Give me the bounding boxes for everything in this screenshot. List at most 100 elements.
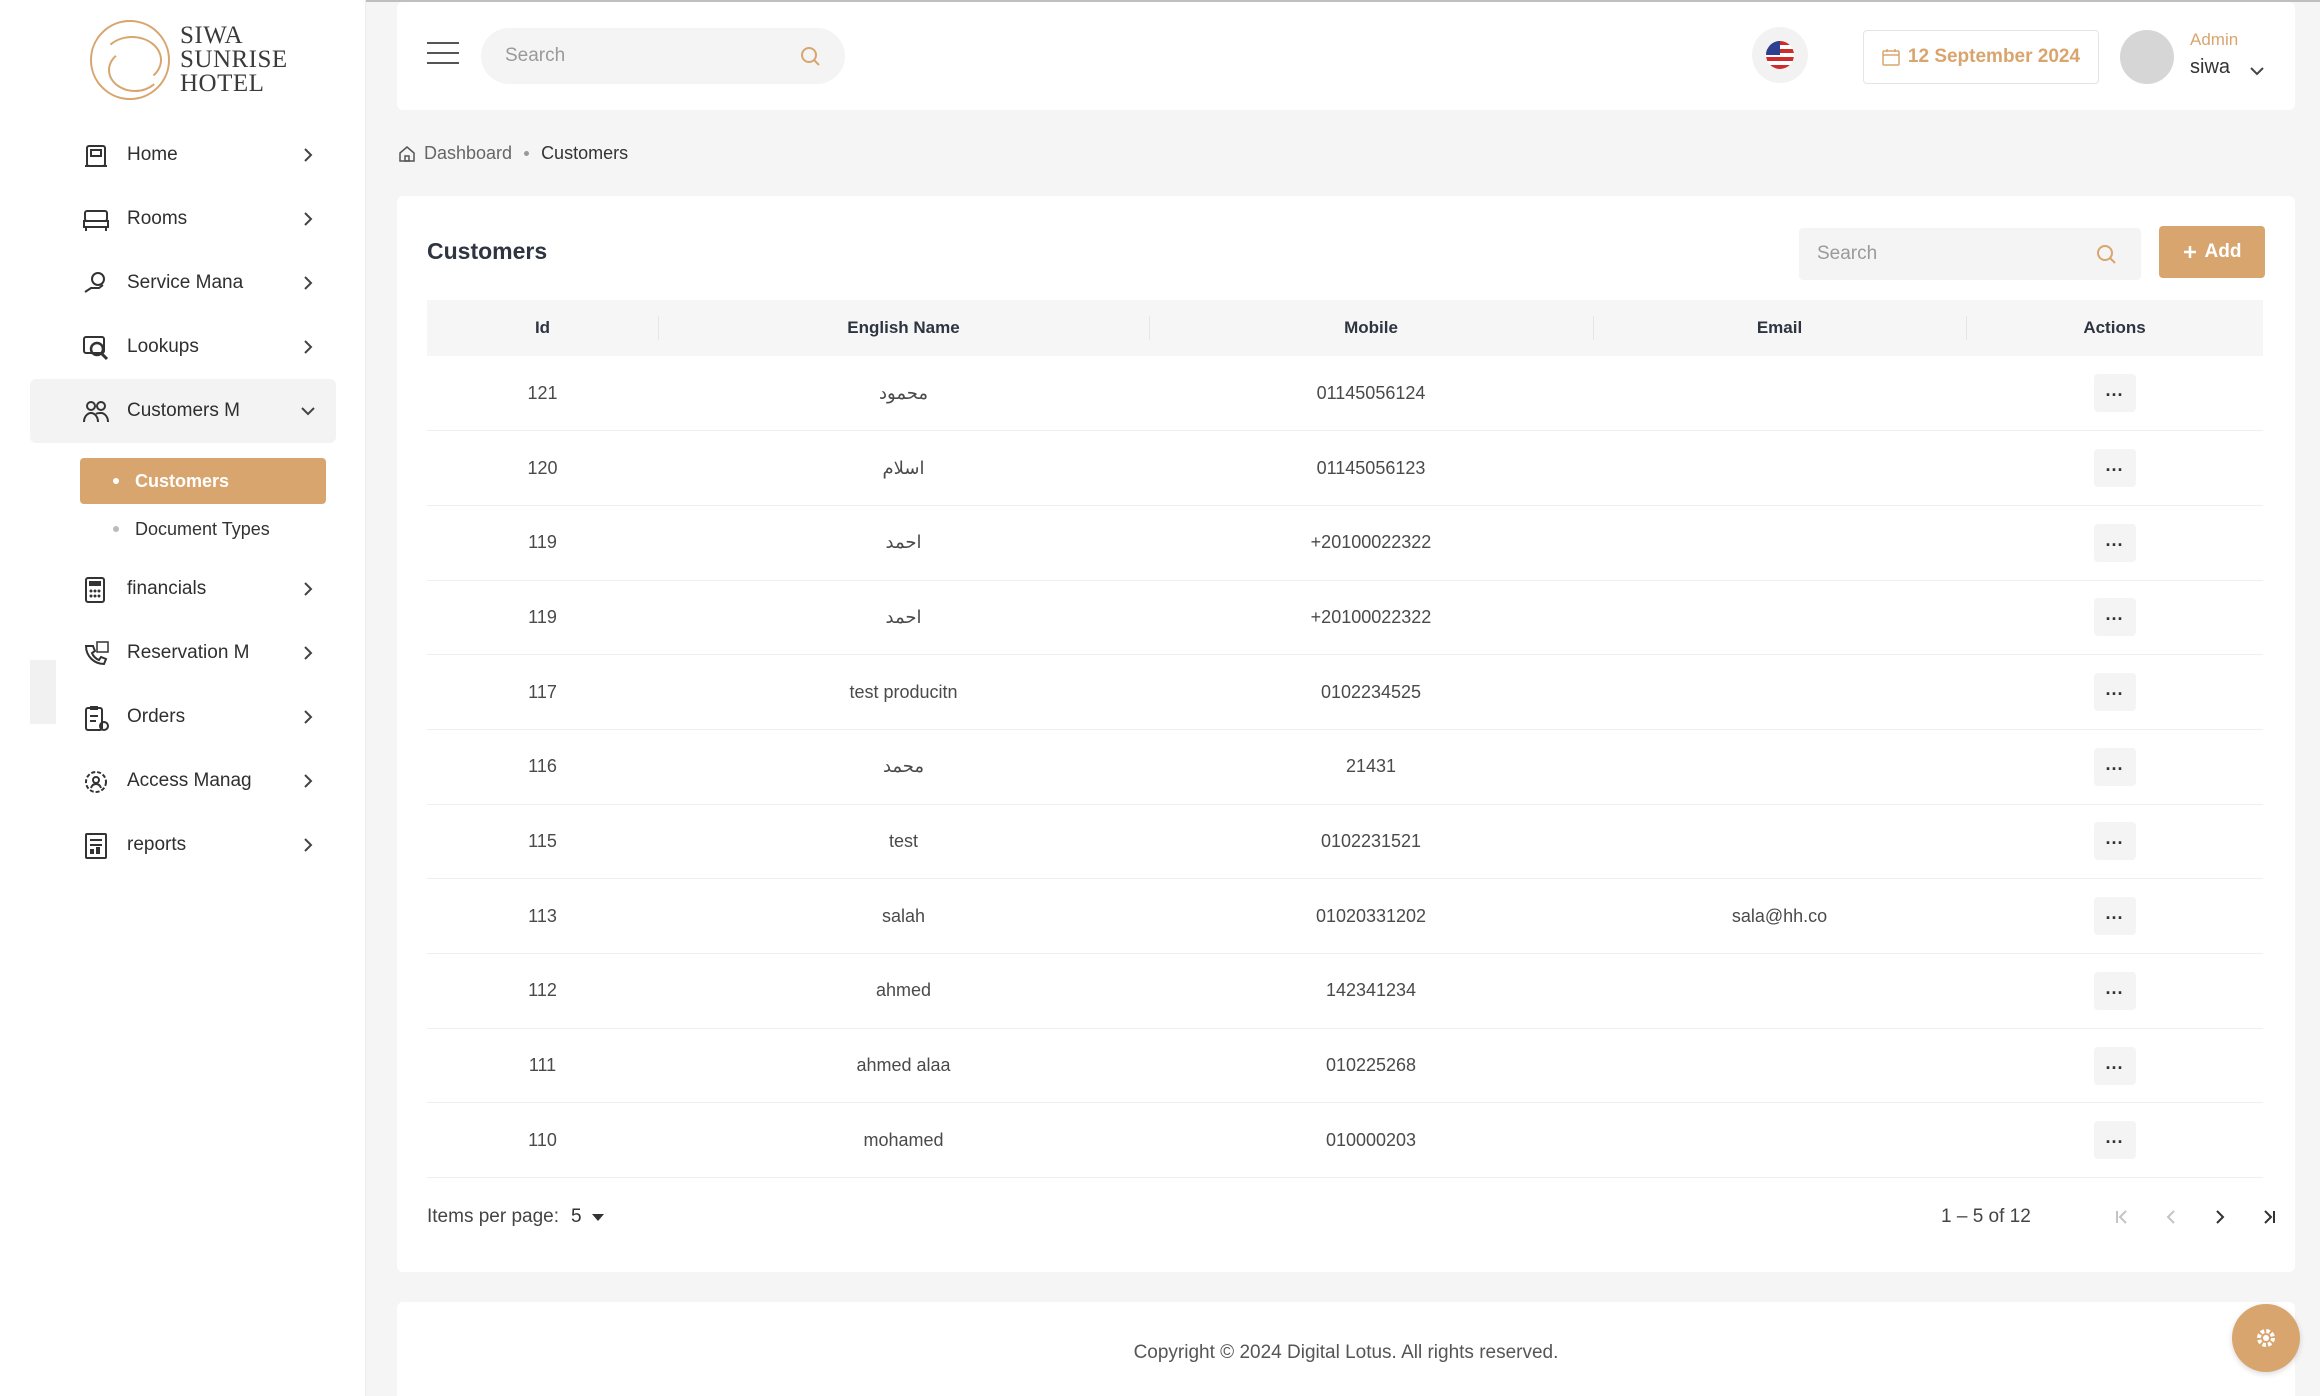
- add-customer-button[interactable]: Add: [2159, 226, 2265, 278]
- row-actions-button[interactable]: ...: [2093, 747, 2136, 786]
- cell-mobile: 142341234: [1325, 980, 1417, 1001]
- sidebar-item-label: Service Mana: [127, 272, 244, 293]
- copyright-text: Copyright © 2024 Digital Lotus. All righ…: [1133, 1342, 1559, 1363]
- sidebar-item-home[interactable]: Home: [30, 123, 336, 187]
- breadcrumb-dashboard[interactable]: Dashboard: [424, 143, 512, 164]
- search-icon[interactable]: [799, 45, 821, 67]
- table-row[interactable]: 113 salah 01020331202 sala@hh.co...: [427, 879, 2263, 954]
- cell-english-name: ahmed alaa: [856, 1055, 951, 1076]
- cell-actions: ...: [1966, 655, 2263, 730]
- cell-english-name: محمود: [879, 382, 928, 403]
- cell-english-name: محمد: [882, 756, 925, 777]
- column-header-id[interactable]: Id: [427, 300, 658, 356]
- table-search-input[interactable]: [1817, 243, 2077, 265]
- page-title: Customers: [427, 238, 548, 264]
- table-row[interactable]: 119 احمد +20100022322...: [427, 505, 2263, 581]
- clipboard-icon: [85, 706, 109, 731]
- table-row[interactable]: 116 محمد 21431...: [427, 729, 2263, 805]
- chevron-right-icon: [304, 212, 313, 226]
- sidebar-item-lookups[interactable]: Lookups: [30, 315, 336, 379]
- chevron-right-icon: [304, 774, 313, 788]
- sidebar-item-service-management[interactable]: Service Mana: [30, 251, 336, 315]
- page-range-label: 1 – 5 of 12: [1941, 1206, 2031, 1227]
- more-horizontal-icon: ...: [2105, 604, 2124, 625]
- cell-email: sala@hh.co: [1731, 905, 1828, 926]
- table-row[interactable]: 115 test 0102231521...: [427, 804, 2263, 879]
- row-actions-button[interactable]: ...: [2093, 971, 2136, 1010]
- logo-line-2: SUNRISE: [180, 46, 288, 73]
- table-row[interactable]: 110 mohamed 010000203...: [427, 1103, 2263, 1178]
- cell-id: 119: [528, 532, 557, 553]
- hamburger-line: [427, 42, 459, 44]
- cell-id: 120: [527, 457, 558, 478]
- search-icon[interactable]: [2095, 243, 2117, 265]
- table-row[interactable]: 111 ahmed alaa 010225268...: [427, 1028, 2263, 1103]
- chevron-right-icon: [304, 582, 313, 596]
- cell-actions: ...: [1966, 431, 2263, 506]
- table-body: 121 محمود 01145056124... 120 اسلام 0114505612…: [427, 356, 2263, 1178]
- sidebar-subitem-customers[interactable]: Customers: [80, 458, 326, 504]
- cell-mobile: 0102231521: [1320, 830, 1422, 851]
- table-row[interactable]: 119 احمد +20100022322...: [427, 580, 2263, 655]
- sidebar-item-orders[interactable]: Orders: [30, 685, 336, 749]
- sidebar-item-reports[interactable]: reports: [30, 813, 336, 877]
- sidebar-item-customers-management[interactable]: Customers M: [30, 379, 336, 443]
- row-actions-button[interactable]: ...: [2093, 374, 2136, 413]
- submenu-row: Customers: [30, 458, 336, 506]
- lookup-icon: [83, 336, 109, 361]
- column-header-email[interactable]: Email: [1593, 300, 1966, 356]
- sidebar-item-financials[interactable]: financials: [30, 557, 336, 621]
- sidebar-item-access-management[interactable]: Access Manag: [30, 749, 336, 813]
- previous-page-button[interactable]: [2154, 1200, 2188, 1234]
- user-menu[interactable]: Admin siwa: [2120, 28, 2280, 86]
- cell-mobile: +20100022322: [1310, 606, 1432, 627]
- column-header-actions: Actions: [1966, 300, 2263, 356]
- cell-mobile: 010225268: [1325, 1055, 1417, 1076]
- sidebar-subitem-document-types[interactable]: Document Types: [80, 506, 326, 552]
- sidebar-item-reservation-management[interactable]: Reservation M: [30, 621, 336, 685]
- cell-id: 116: [528, 756, 557, 777]
- cell-id: 115: [528, 830, 557, 851]
- last-page-button[interactable]: [2252, 1200, 2286, 1234]
- table-row[interactable]: 121 محمود 01145056124...: [427, 356, 2263, 431]
- gear-person-icon: [85, 771, 107, 793]
- table-row[interactable]: 112 ahmed 142341234...: [427, 954, 2263, 1029]
- cell-id: 113: [528, 905, 557, 926]
- row-actions-button[interactable]: ...: [2093, 822, 2136, 861]
- date-display[interactable]: 12 September 2024: [1863, 30, 2099, 84]
- row-actions-button[interactable]: ...: [2093, 897, 2136, 936]
- cell-english-name: test producitn: [849, 681, 958, 702]
- sidebar-item-label: Home: [127, 144, 178, 165]
- customers-icon: [83, 401, 109, 423]
- chevron-right-icon: [2216, 1210, 2225, 1224]
- language-switch-button[interactable]: [1752, 27, 1808, 83]
- last-page-icon: [2264, 1210, 2275, 1224]
- items-per-page-select[interactable]: 5: [571, 1202, 621, 1232]
- table-row[interactable]: 120 اسلام 01145056123...: [427, 431, 2263, 506]
- sidebar-item-rooms[interactable]: Rooms: [30, 187, 336, 251]
- sidebar-subitem-label: Document Types: [135, 518, 270, 539]
- row-actions-button[interactable]: ...: [2093, 673, 2136, 712]
- column-header-english-name[interactable]: English Name: [658, 300, 1149, 356]
- settings-button[interactable]: [2232, 1304, 2300, 1372]
- hamburger-menu-button[interactable]: [427, 42, 459, 68]
- more-horizontal-icon: ...: [2105, 903, 2124, 924]
- row-actions-button[interactable]: ...: [2093, 598, 2136, 637]
- column-header-mobile[interactable]: Mobile: [1149, 300, 1593, 356]
- first-page-button[interactable]: [2105, 1200, 2139, 1234]
- next-page-button[interactable]: [2203, 1200, 2237, 1234]
- more-horizontal-icon: ...: [2105, 679, 2124, 700]
- sidebar-subitem-label: Customers: [135, 470, 230, 491]
- cell-mobile: 0102234525: [1320, 681, 1422, 702]
- table-row[interactable]: 117 test producitn 0102234525...: [427, 655, 2263, 730]
- global-search-input[interactable]: [505, 45, 765, 67]
- row-actions-button[interactable]: ...: [2093, 1046, 2136, 1085]
- sidebar-hover-tab: [30, 660, 56, 724]
- hotel-logo[interactable]: SIWA SUNRISE HOTEL: [90, 20, 288, 100]
- cell-actions: ...: [1966, 804, 2263, 879]
- row-actions-button[interactable]: ...: [2093, 449, 2136, 488]
- row-actions-button[interactable]: ...: [2093, 1121, 2136, 1160]
- chevron-right-icon: [304, 646, 313, 660]
- items-per-page-label: Items per page:: [427, 1206, 560, 1227]
- row-actions-button[interactable]: ...: [2093, 523, 2136, 562]
